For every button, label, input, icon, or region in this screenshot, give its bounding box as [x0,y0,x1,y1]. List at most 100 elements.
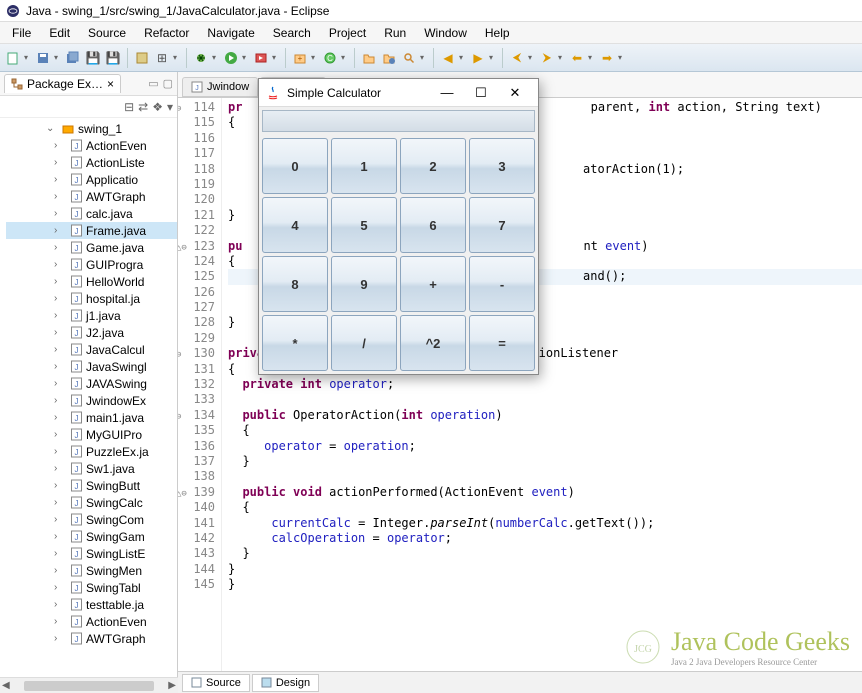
line-number[interactable]: △⊖123 [178,239,215,254]
calc-key-3[interactable]: 3 [469,138,535,194]
tree-file[interactable]: ›Jcalc.java [6,205,177,222]
tree-file[interactable]: ›JAWTGraph [6,630,177,647]
calc-key-x[interactable]: = [469,315,535,371]
run-icon[interactable] [222,49,240,67]
line-number[interactable]: 120 [178,192,215,207]
line-number[interactable]: 138 [178,469,215,484]
editor-view-tab-source[interactable]: Source [182,674,250,692]
line-gutter[interactable]: ⊖114115116117118119120121122△⊖1231241251… [178,98,222,671]
expand-arrow-icon[interactable]: › [54,225,66,236]
menu-edit[interactable]: Edit [41,24,78,42]
project-tree[interactable]: ⌄ swing_1 ›JActionEven›JActionListe›JApp… [0,118,177,693]
calculator-titlebar[interactable]: Simple Calculator — ☐ ✕ [259,79,538,107]
tree-file[interactable]: ›JSwingGam [6,528,177,545]
line-number[interactable]: 145 [178,577,215,592]
line-number[interactable]: ⊖130 [178,346,215,361]
menu-source[interactable]: Source [80,24,134,42]
expand-arrow-icon[interactable]: › [54,344,66,355]
line-number[interactable]: 135 [178,423,215,438]
toggle-icon[interactable] [133,49,151,67]
editor-view-tab-design[interactable]: Design [252,674,319,692]
close-icon[interactable]: × [107,77,114,91]
tree-file[interactable]: ›JJavaSwingl [6,358,177,375]
code-line[interactable]: } [228,546,862,561]
expand-arrow-icon[interactable]: › [54,191,66,202]
tree-file[interactable]: ›JActionListe [6,154,177,171]
line-number[interactable]: 132 [178,377,215,392]
tree-file[interactable]: ›JActionEven [6,137,177,154]
line-number[interactable]: 137 [178,454,215,469]
calculator-window[interactable]: Simple Calculator — ☐ ✕ 0123456789+-*/^2… [258,78,539,375]
dropdown-icon[interactable]: ▾ [420,53,428,62]
calc-key-7[interactable]: 7 [469,197,535,253]
tree-file[interactable]: ›JHelloWorld [6,273,177,290]
tree-file[interactable]: ›JSwingCom [6,511,177,528]
tree-file[interactable]: ›JJavaCalcul [6,341,177,358]
nav-prev-icon[interactable]: ◀ [439,49,457,67]
line-number[interactable]: ⊖134 [178,408,215,423]
tree-file[interactable]: ›Jj1.java [6,307,177,324]
line-number[interactable]: 129 [178,331,215,346]
dropdown-icon[interactable]: ▾ [618,53,626,62]
line-number[interactable]: 131 [178,362,215,377]
new-pkg-icon[interactable]: + [291,49,309,67]
dropdown-icon[interactable]: ▾ [588,53,596,62]
expand-arrow-icon[interactable]: › [54,412,66,423]
next-annotation-icon[interactable]: ⮞ [538,49,556,67]
code-line[interactable] [228,392,862,407]
line-number[interactable]: 126 [178,285,215,300]
calc-key-x[interactable]: * [262,315,328,371]
code-line[interactable]: } [228,454,862,469]
menu-run[interactable]: Run [376,24,414,42]
line-number[interactable]: 119 [178,177,215,192]
expand-arrow-icon[interactable]: › [54,514,66,525]
save-icon[interactable] [34,49,52,67]
open-icon[interactable] [360,49,378,67]
line-number[interactable]: 121 [178,208,215,223]
scrollbar-horizontal[interactable]: ◀ ▶ [0,677,178,693]
line-number[interactable]: 140 [178,500,215,515]
menu-navigate[interactable]: Navigate [199,24,262,42]
maximize-icon[interactable]: ▢ [163,77,173,90]
save-all-icon[interactable] [64,49,82,67]
dropdown-icon[interactable]: ▾ [242,53,250,62]
minimize-icon[interactable]: ▭ [148,77,158,90]
disk-icon[interactable]: 💾 [84,49,102,67]
line-number[interactable]: 116 [178,131,215,146]
line-number[interactable]: 128 [178,315,215,330]
dropdown-icon[interactable]: ▾ [272,53,280,62]
line-number[interactable]: 141 [178,516,215,531]
dropdown-icon[interactable]: ▾ [24,53,32,62]
line-number[interactable]: 125 [178,269,215,284]
code-line[interactable]: public OperatorAction(int operation) [228,408,862,423]
tree-file[interactable]: ›JSwingCalc [6,494,177,511]
calc-key-2[interactable]: 2 [400,138,466,194]
expand-arrow-icon[interactable]: › [54,480,66,491]
tree-file[interactable]: ›JSwingMen [6,562,177,579]
calc-key-8[interactable]: 8 [262,256,328,312]
code-line[interactable]: currentCalc = Integer.parseInt(numberCal… [228,516,862,531]
expand-arrow-icon[interactable]: › [54,310,66,321]
tree-file[interactable]: ›JJAVASwing [6,375,177,392]
expand-arrow-icon[interactable]: › [54,548,66,559]
dropdown-icon[interactable]: ▾ [558,53,566,62]
dropdown-icon[interactable]: ▾ [54,53,62,62]
line-number[interactable]: 136 [178,439,215,454]
menu-search[interactable]: Search [265,24,319,42]
calc-key-0[interactable]: 0 [262,138,328,194]
scroll-left-icon[interactable]: ◀ [2,680,10,691]
expand-arrow-icon[interactable]: › [54,395,66,406]
menu-help[interactable]: Help [477,24,518,42]
back-icon[interactable]: ⬅ [568,49,586,67]
expand-arrow-icon[interactable]: › [54,531,66,542]
line-number[interactable]: 143 [178,546,215,561]
new-class-icon[interactable]: C [321,49,339,67]
line-number[interactable]: 124 [178,254,215,269]
search-icon[interactable] [400,49,418,67]
editor-tab[interactable]: JJwindow [182,77,258,97]
tree-file[interactable]: ›JGame.java [6,239,177,256]
disks-icon[interactable]: 💾 [104,49,122,67]
tree-file[interactable]: ›Jhospital.ja [6,290,177,307]
dropdown-icon[interactable]: ▾ [489,53,497,62]
line-number[interactable]: ⊖114 [178,100,215,115]
